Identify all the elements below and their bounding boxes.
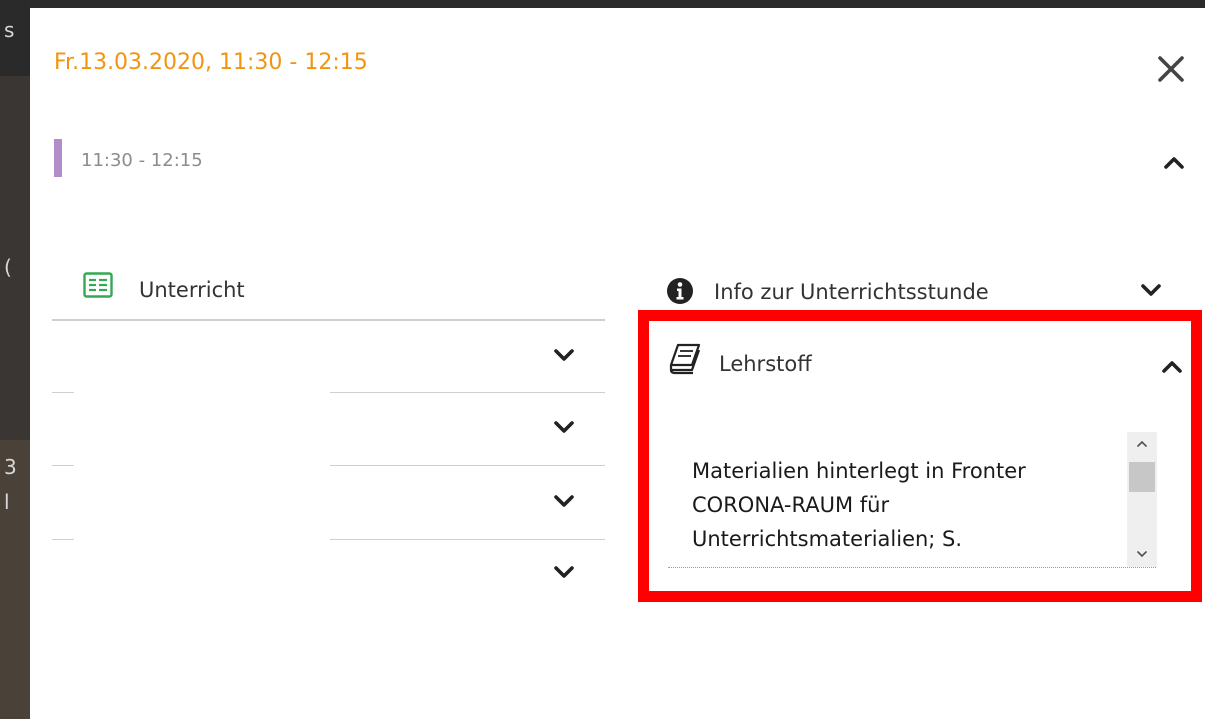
- lesson-table-icon: [83, 272, 113, 298]
- period-time: 11:30 - 12:15: [81, 150, 203, 171]
- background-panel: s ( 3 l: [0, 0, 30, 719]
- section-title-unterricht: Unterricht: [139, 278, 245, 302]
- chevron-down-icon: [1141, 284, 1161, 296]
- chevron-down-icon: [554, 566, 574, 578]
- row-divider-short: [52, 539, 74, 540]
- row-divider-short: [52, 465, 74, 466]
- row-divider-short: [52, 392, 74, 393]
- lesson-detail-dialog: Fr.13.03.2020, 11:30 - 12:15 11:30 - 12:…: [30, 8, 1205, 719]
- row-divider: [330, 392, 605, 393]
- close-button[interactable]: [1154, 52, 1188, 86]
- chevron-down-icon: [554, 349, 574, 361]
- highlight-box: [638, 310, 1202, 602]
- section-divider: [52, 319, 605, 321]
- row-divider: [330, 465, 605, 466]
- period-color-bar: [54, 139, 62, 177]
- info-expand-button[interactable]: [1140, 282, 1162, 298]
- chevron-down-icon: [554, 495, 574, 507]
- info-icon: [666, 277, 694, 305]
- modal-top-edge: [30, 0, 1205, 8]
- chevron-down-icon: [554, 421, 574, 433]
- unterricht-row-3-expand-button[interactable]: [553, 493, 575, 509]
- chevron-up-icon: [1164, 157, 1184, 169]
- unterricht-row-1-expand-button[interactable]: [553, 347, 575, 363]
- row-divider: [330, 539, 605, 540]
- unterricht-row-2-expand-button[interactable]: [553, 419, 575, 435]
- section-title-info: Info zur Unterrichtsstunde: [714, 280, 989, 304]
- unterricht-row-4-expand-button[interactable]: [553, 564, 575, 580]
- period-collapse-button[interactable]: [1163, 154, 1185, 170]
- close-icon: [1158, 56, 1184, 82]
- dialog-title: Fr.13.03.2020, 11:30 - 12:15: [54, 50, 368, 75]
